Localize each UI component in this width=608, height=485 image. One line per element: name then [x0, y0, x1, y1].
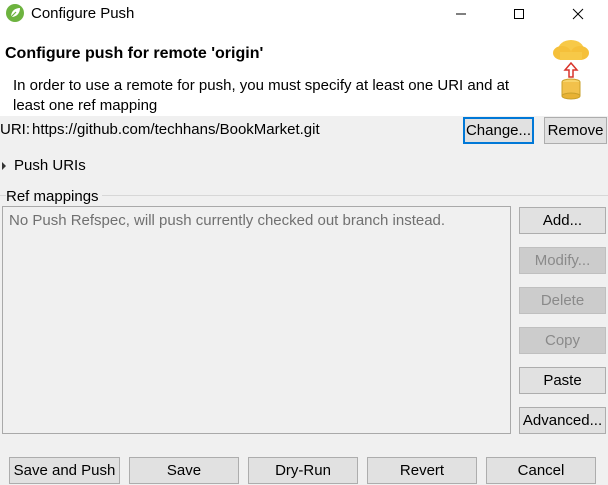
uri-label: URI: — [0, 121, 30, 138]
dry-run-button[interactable]: Dry-Run — [248, 457, 358, 484]
paste-button[interactable]: Paste — [519, 367, 606, 394]
dialog-header: Configure push for remote 'origin' In or… — [0, 28, 608, 116]
modify-button[interactable]: Modify... — [519, 247, 606, 274]
minimize-icon — [456, 13, 466, 15]
advanced-button[interactable]: Advanced... — [519, 407, 606, 434]
dialog-description: In order to use a remote for push, you m… — [13, 77, 510, 114]
push-uris-label: Push URIs — [14, 157, 86, 174]
expand-triangle-icon — [2, 161, 6, 170]
revert-button[interactable]: Revert — [367, 457, 477, 484]
cloud-upload-database-icon — [553, 40, 589, 100]
ref-mappings-list[interactable]: No Push Refspec, will push currently che… — [2, 206, 511, 434]
cancel-button[interactable]: Cancel — [486, 457, 596, 484]
change-uri-button[interactable]: Change... — [463, 117, 534, 144]
close-icon — [572, 8, 584, 20]
dialog-title: Configure push for remote 'origin' — [5, 45, 264, 62]
maximize-icon — [514, 9, 524, 19]
add-button[interactable]: Add... — [519, 207, 606, 234]
maximize-button[interactable] — [496, 0, 542, 28]
save-button[interactable]: Save — [129, 457, 239, 484]
title-bar: Configure Push — [0, 0, 608, 28]
window-title: Configure Push — [31, 5, 135, 22]
delete-button[interactable]: Delete — [519, 287, 606, 314]
close-button[interactable] — [555, 0, 601, 28]
save-and-push-button[interactable]: Save and Push — [9, 457, 120, 484]
ref-mappings-label: Ref mappings — [6, 188, 102, 205]
uri-value: https://github.com/techhans/BookMarket.g… — [32, 121, 320, 138]
push-uris-toggle[interactable]: Push URIs — [0, 157, 86, 174]
copy-button[interactable]: Copy — [519, 327, 606, 354]
ref-mappings-empty-message: No Push Refspec, will push currently che… — [9, 212, 446, 229]
minimize-button[interactable] — [438, 0, 484, 28]
remove-uri-button[interactable]: Remove — [544, 117, 607, 144]
spring-leaf-icon — [6, 4, 24, 22]
